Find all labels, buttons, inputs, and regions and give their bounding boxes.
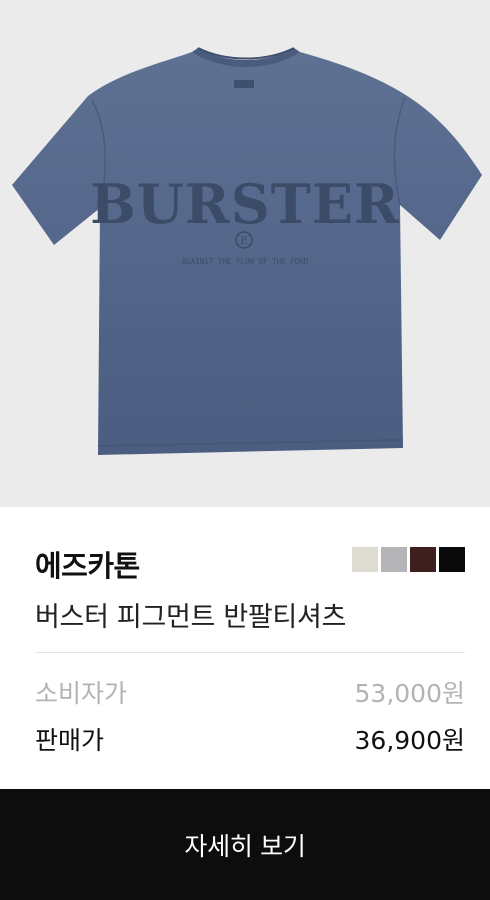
msrp-row: 소비자가 53,000원	[35, 675, 465, 709]
color-swatches	[352, 547, 465, 572]
t-shirt-image: BURSTER E AGAINST THE FLOW OF THE FORD	[12, 47, 482, 455]
shirt-logo-print: BURSTER	[90, 172, 400, 236]
shirt-monogram-print: E	[240, 236, 247, 247]
neck-label	[234, 80, 254, 88]
brand-name: 에즈카톤	[35, 549, 140, 583]
sale-price-value: 36,900원	[354, 726, 465, 755]
color-swatch-gray[interactable]	[381, 547, 407, 572]
product-name: 버스터 피그먼트 반팔티셔츠	[35, 602, 347, 633]
msrp-value: 53,000원	[354, 679, 465, 708]
view-details-button[interactable]: 자세히 보기	[0, 789, 490, 900]
product-info: 에즈카톤 버스터 피그먼트 반팔티셔츠 소비자가 53,000원 판매가 36,…	[0, 507, 490, 789]
msrp-label: 소비자가	[35, 679, 128, 708]
color-swatch-black[interactable]	[439, 547, 465, 572]
color-swatch-beige[interactable]	[352, 547, 378, 572]
shirt-tagline-print: AGAINST THE FLOW OF THE FORD	[182, 257, 309, 266]
color-swatch-brown[interactable]	[410, 547, 436, 572]
sale-price-row: 판매가 36,900원	[35, 722, 465, 756]
sale-price-label: 판매가	[35, 726, 105, 755]
product-image[interactable]: BURSTER E AGAINST THE FLOW OF THE FORD	[0, 0, 490, 507]
shirt-body	[12, 52, 482, 455]
divider	[35, 652, 465, 653]
